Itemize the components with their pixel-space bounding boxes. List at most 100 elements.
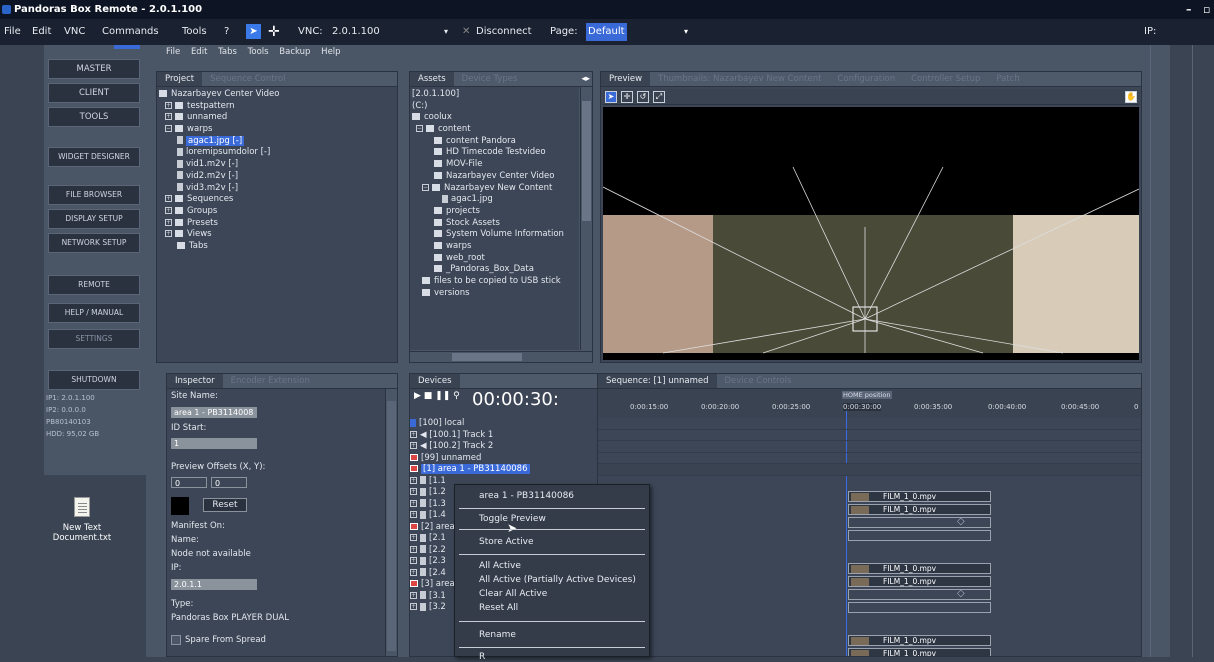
tree-item[interactable]: warps [412, 241, 579, 253]
hand-tool-icon[interactable]: ✋ [1125, 91, 1137, 103]
site-name-field[interactable]: area 1 - PB3114008 [171, 407, 257, 418]
transport-controls-icon[interactable]: ▶ ■ ❚❚ ⚲ [414, 391, 460, 401]
tab-sequence-control[interactable]: Sequence Control [202, 72, 293, 86]
tree-item[interactable]: content Pandora [412, 136, 579, 148]
menu-item-store-active[interactable]: Store Active [479, 537, 534, 547]
device-row[interactable]: [99] unnamed [410, 453, 598, 465]
inspector-scrollbar[interactable] [385, 389, 397, 656]
menu-item-reset-all[interactable]: Reset All [479, 603, 518, 613]
tree-item[interactable]: Stock Assets [412, 218, 579, 230]
timeline-clip[interactable]: FILM_1_0.mpv [848, 635, 991, 646]
tree-item[interactable]: files to be copied to USB stick [412, 276, 579, 288]
tab-thumbnails[interactable]: Thumbnails: Nazarbayev New Content [650, 72, 829, 86]
tree-item[interactable]: + Views [159, 229, 397, 241]
tab-controller-setup[interactable]: Controller Setup [903, 72, 988, 86]
ip-field[interactable]: 2.0.1.1 [171, 579, 257, 590]
maximize-button[interactable]: ▫ [1203, 0, 1210, 19]
tab-device-controls[interactable]: Device Controls [717, 374, 800, 388]
tab-device-types[interactable]: Device Types [454, 72, 526, 86]
tree-item[interactable]: projects [412, 206, 579, 218]
tab-preview[interactable]: Preview [601, 72, 651, 86]
nav-master-button[interactable]: MASTER [48, 59, 140, 79]
rotate-tool-icon[interactable]: ↺ [637, 91, 649, 103]
assets-horizontal-scrollbar[interactable] [410, 351, 592, 362]
disconnect-button[interactable]: Disconnect [476, 19, 532, 45]
home-position-marker[interactable]: HOME position [842, 391, 892, 399]
app-menu-edit[interactable]: Edit [191, 47, 207, 57]
tree-item[interactable]: agac1.jpg [-] [159, 135, 397, 148]
menu-vnc[interactable]: VNC [64, 19, 85, 45]
nav-display-setup-button[interactable]: DISPLAY SETUP [48, 209, 140, 229]
app-menu-tools[interactable]: Tools [248, 47, 269, 57]
menu-file[interactable]: File [4, 19, 21, 45]
tab-inspector[interactable]: Inspector [167, 374, 223, 388]
tree-item[interactable]: HD Timecode Testvideo [412, 147, 579, 159]
tab-patch[interactable]: Patch [988, 72, 1027, 86]
id-start-field[interactable]: 1 [171, 438, 257, 449]
scroll-thumb[interactable] [387, 401, 396, 651]
tree-item[interactable]: − Nazarbayev New Content [412, 183, 579, 195]
nav-settings-button[interactable]: SETTINGS [48, 329, 140, 349]
tab-devices[interactable]: Devices [410, 374, 460, 388]
timeline-clip[interactable]: FILM_1_0.mpv [848, 504, 991, 515]
tree-item[interactable]: _Pandoras_Box_Data [412, 264, 579, 276]
nav-client-button[interactable]: CLIENT [48, 83, 140, 103]
nav-widget-designer-button[interactable]: WIDGET DESIGNER [48, 147, 140, 167]
shutdown-button[interactable]: SHUTDOWN [48, 370, 140, 390]
tab-project[interactable]: Project [157, 72, 203, 86]
tree-item[interactable]: + Sequences [159, 194, 397, 206]
tree-item[interactable]: web_root [412, 253, 579, 265]
timeline-keyframe-row[interactable] [848, 602, 991, 613]
tree-item[interactable]: (C:) [412, 101, 579, 113]
spare-checkbox[interactable] [171, 635, 181, 645]
menu-help[interactable]: ? [224, 19, 229, 45]
timeline-ruler[interactable]: 0:00:15:00 0:00:20:00 0:00:25:00 0:00:30… [598, 389, 1141, 418]
device-row[interactable]: [100] local [410, 418, 598, 430]
tree-item[interactable]: + testpattern [159, 101, 397, 113]
menu-item-rename[interactable]: Rename [479, 630, 516, 640]
preview-viewport[interactable] [603, 107, 1139, 360]
select-cursor-icon[interactable]: ➤ [246, 24, 261, 39]
tree-item[interactable]: + unnamed [159, 112, 397, 124]
tree-item[interactable]: coolux [412, 112, 579, 124]
select-tool-icon[interactable]: ➤ [605, 91, 617, 103]
tree-item[interactable]: agac1.jpg [412, 194, 579, 206]
app-menu-backup[interactable]: Backup [279, 47, 310, 57]
tree-item[interactable]: + Groups [159, 206, 397, 218]
zoom-fit-icon[interactable]: ⤢ [653, 91, 665, 103]
move-cross-icon[interactable]: ✛ [268, 19, 280, 45]
app-menu-tabs[interactable]: Tabs [218, 47, 237, 57]
tab-assets[interactable]: Assets [410, 72, 454, 86]
minimize-button[interactable]: – [1186, 0, 1192, 19]
nav-network-setup-button[interactable]: NETWORK SETUP [48, 233, 140, 253]
color-swatch[interactable] [171, 497, 189, 515]
tree-item[interactable]: vid2.m2v [-] [159, 171, 397, 183]
menu-tools[interactable]: Tools [182, 19, 207, 45]
tab-sequence[interactable]: Sequence: [1] unnamed [598, 374, 717, 388]
page-dropdown[interactable]: Default ▾ [586, 23, 696, 41]
offset-y-field[interactable]: 0 [211, 477, 247, 488]
app-menu-help[interactable]: Help [321, 47, 340, 57]
tab-scroll-arrows-icon[interactable]: ◂▸ [581, 72, 590, 86]
timeline-keyframe-row[interactable]: ◇ [848, 588, 991, 600]
tree-item[interactable]: Tabs [159, 241, 397, 253]
nav-file-browser-button[interactable]: FILE BROWSER [48, 185, 140, 205]
nav-tools-button[interactable]: TOOLS [48, 107, 140, 127]
tree-item[interactable]: versions [412, 288, 579, 300]
menu-edit[interactable]: Edit [32, 19, 51, 45]
tree-item[interactable]: Nazarbayev Center Video [412, 171, 579, 183]
timeline-clip[interactable]: FILM_1_0.mpv [848, 648, 991, 656]
tree-item[interactable]: MOV-File [412, 159, 579, 171]
tree-item[interactable]: loremipsumdolor [-] [159, 147, 397, 159]
tree-item[interactable]: + Presets [159, 218, 397, 230]
desktop-file[interactable]: New Text Document.txt [52, 497, 112, 543]
menu-item-partial[interactable]: R [479, 652, 485, 662]
device-row[interactable]: + ◀ [100.1] Track 1 [410, 430, 598, 442]
tree-item[interactable]: [2.0.1.100] [412, 89, 579, 101]
offset-x-field[interactable]: 0 [171, 477, 207, 488]
timeline-clip[interactable]: FILM_1_0.mpv [848, 563, 991, 574]
tree-item[interactable]: vid1.m2v [-] [159, 159, 397, 171]
tree-root[interactable]: Nazarbayev Center Video [159, 89, 397, 101]
tree-item[interactable]: − content [412, 124, 579, 136]
reset-button[interactable]: Reset [203, 498, 247, 512]
